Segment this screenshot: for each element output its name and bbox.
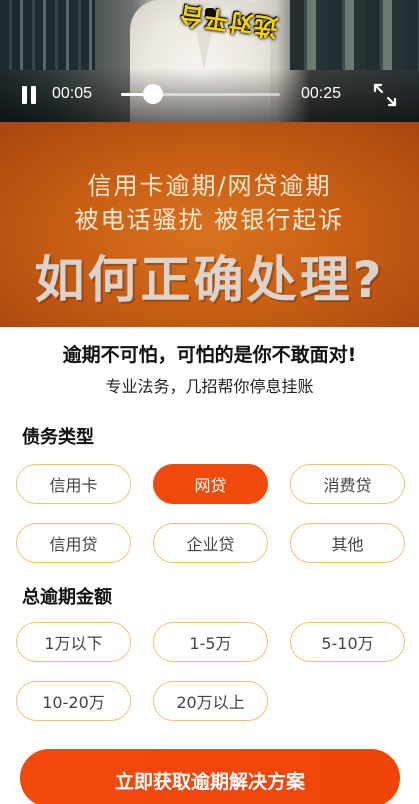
promo-banner: 信用卡逾期/网贷逾期 被电话骚扰 被银行起诉 如何正确处理? xyxy=(0,122,419,327)
get-solution-button[interactable]: 立即获取逾期解决方案 xyxy=(20,749,400,804)
overdue-amount-title: 总逾期金额 xyxy=(22,587,112,608)
banner-headline: 如何正确处理? xyxy=(34,251,385,309)
debt-option-business-loan[interactable]: 企业贷 xyxy=(153,523,268,563)
progress-knob[interactable] xyxy=(142,84,163,104)
intro-headline: 逾期不可怕，可怕的是你不敢面对! xyxy=(62,344,357,366)
banner-line-1: 信用卡逾期/网贷逾期 xyxy=(87,172,332,200)
debt-option-other[interactable]: 其他 xyxy=(290,523,405,563)
amount-option-50k-100k[interactable]: 5-10万 xyxy=(290,622,405,662)
debt-type-title: 债务类型 xyxy=(22,427,94,448)
debt-option-credit-loan[interactable]: 信用贷 xyxy=(16,523,131,563)
amount-option-100k-200k[interactable]: 10-20万 xyxy=(16,681,131,721)
pause-icon[interactable] xyxy=(20,86,38,104)
amount-option-over-200k[interactable]: 20万以上 xyxy=(153,681,268,721)
debt-option-credit-card[interactable]: 信用卡 xyxy=(16,464,131,504)
debt-option-consumer-loan[interactable]: 消费贷 xyxy=(290,464,405,504)
fullscreen-icon[interactable] xyxy=(372,82,398,108)
intro-subline: 专业法务，几招帮你停息挂账 xyxy=(105,377,314,396)
banner-line-2: 被电话骚扰 被银行起诉 xyxy=(74,206,345,234)
amount-option-10k-50k[interactable]: 1-5万 xyxy=(153,622,268,662)
duration: 00:25 xyxy=(301,85,342,102)
current-time: 00:05 xyxy=(52,85,93,102)
bookshelf-left xyxy=(0,0,95,70)
amount-option-under-10k[interactable]: 1万以下 xyxy=(16,622,131,662)
debt-option-online-loan[interactable]: 网贷 xyxy=(153,464,268,504)
bookshelf-right xyxy=(290,0,419,70)
video-player[interactable]: 选对平台 xyxy=(0,0,419,122)
